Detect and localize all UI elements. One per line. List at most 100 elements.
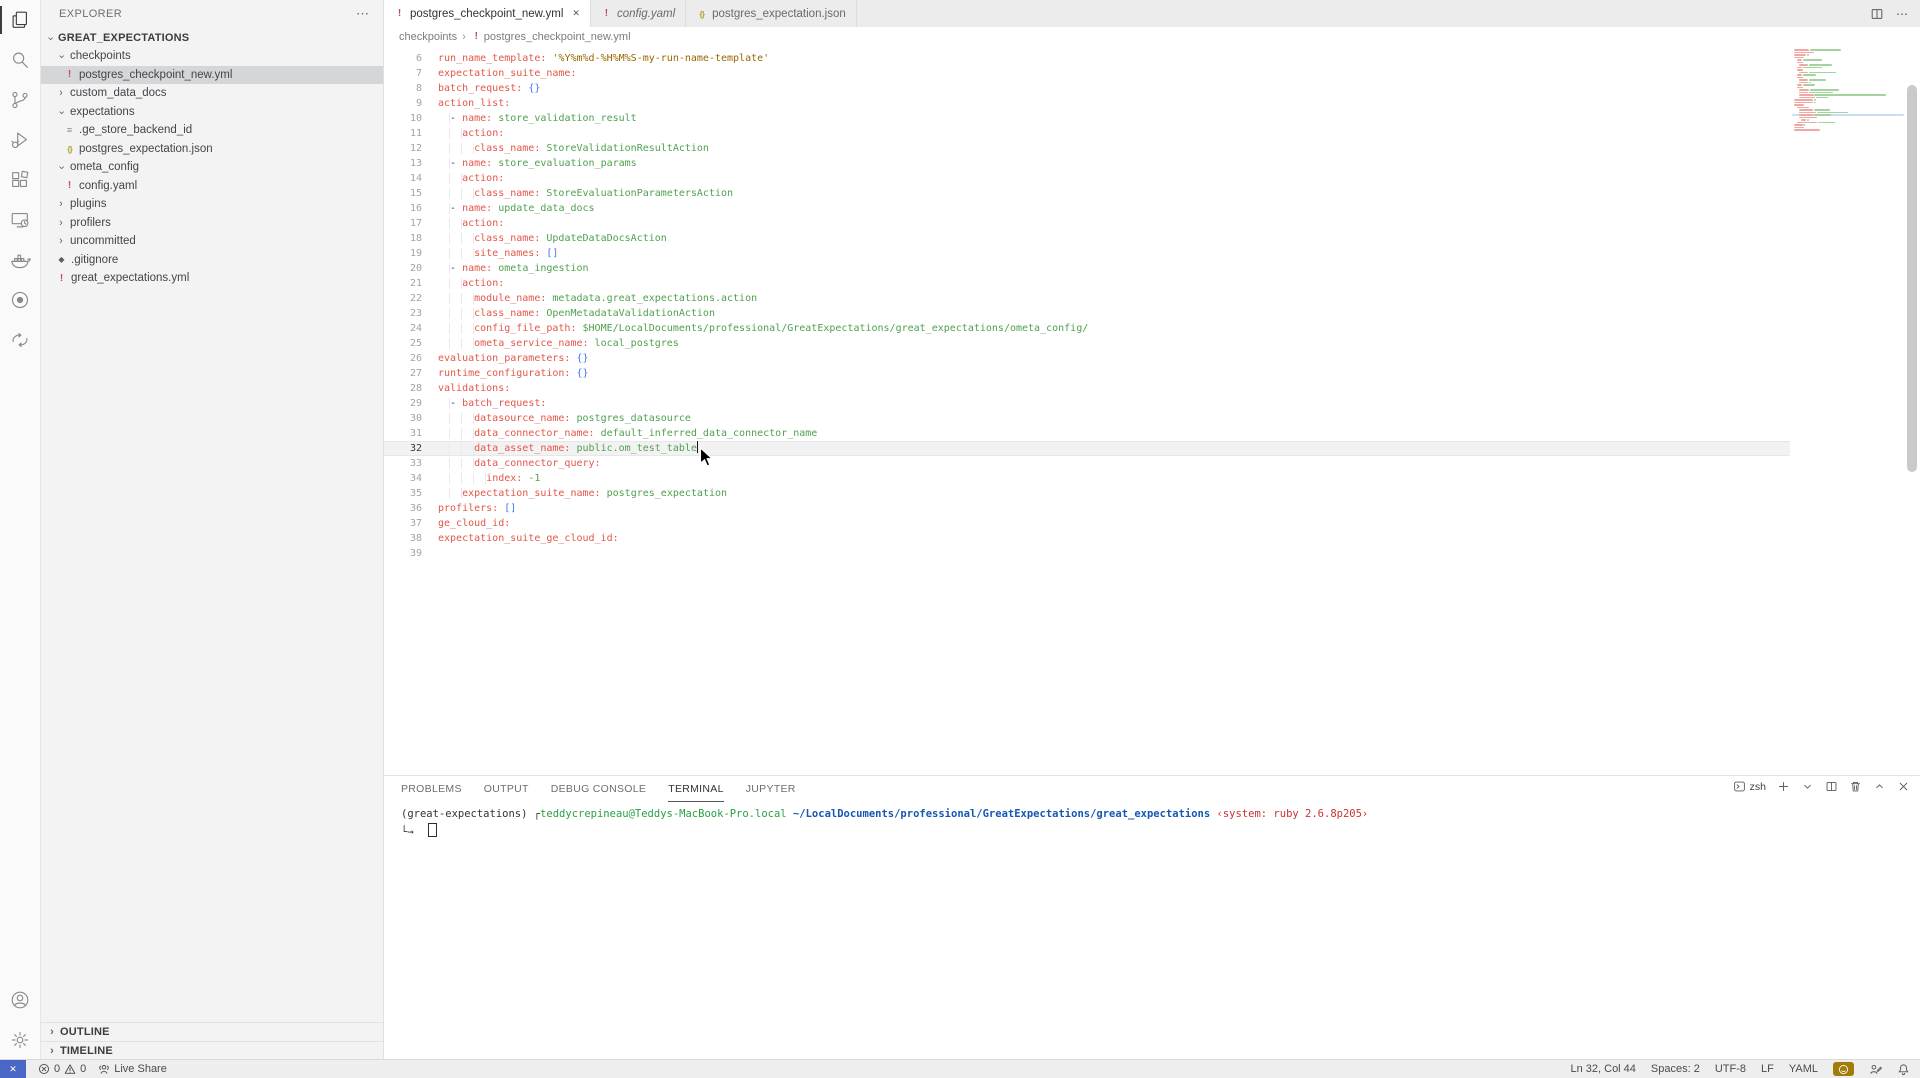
tree-root-folder[interactable]: › GREAT_EXPECTATIONS <box>41 28 383 47</box>
code-line-25[interactable]: 25 ometa_service_name: local_postgres <box>384 336 1790 351</box>
status-item-yaml[interactable]: YAML <box>1789 1063 1818 1075</box>
minimap[interactable] <box>1792 46 1904 346</box>
close-panel-icon[interactable] <box>1897 780 1910 793</box>
tab-postgres-expectation-json[interactable]: {}postgres_expectation.json <box>686 0 857 27</box>
tree-item-config-yaml[interactable]: !config.yaml <box>41 177 383 196</box>
code-line-36[interactable]: 36profilers: [] <box>384 501 1790 516</box>
more-actions-icon[interactable]: ⋯ <box>356 9 369 19</box>
code-line-20[interactable]: 20 - name: ometa_ingestion <box>384 261 1790 276</box>
code-line-6[interactable]: 6run_name_template: '%Y%m%d-%H%M%S-my-ru… <box>384 51 1790 66</box>
source-control-icon[interactable] <box>0 80 40 120</box>
breadcrumb-file[interactable]: postgres_checkpoint_new.yml <box>484 31 631 43</box>
jupyter-icon[interactable] <box>0 280 40 320</box>
code-line-37[interactable]: 37ge_cloud_id: <box>384 516 1790 531</box>
code-line-32[interactable]: 32 data_asset_name: public.om_test_table <box>384 441 1790 456</box>
code-editor[interactable]: 6run_name_template: '%Y%m%d-%H%M%S-my-ru… <box>384 46 1920 775</box>
terminal[interactable]: (great-expectations) ┌teddycrepineau@Ted… <box>401 807 1900 840</box>
tree-item-label: postgres_expectation.json <box>79 143 213 155</box>
chevron-down-icon[interactable] <box>1801 780 1814 793</box>
tree-item-plugins[interactable]: ›plugins <box>41 195 383 214</box>
code-line-18[interactable]: 18 class_name: UpdateDataDocsAction <box>384 231 1790 246</box>
tree-item-profilers[interactable]: ›profilers <box>41 214 383 233</box>
bell-icon[interactable] <box>1897 1063 1910 1076</box>
code-line-35[interactable]: 35 expectation_suite_name: postgres_expe… <box>384 486 1790 501</box>
code-line-38[interactable]: 38expectation_suite_ge_cloud_id: <box>384 531 1790 546</box>
trash-icon[interactable] <box>1849 780 1862 793</box>
panel-tab-output[interactable]: OUTPUT <box>484 776 529 802</box>
tree-item-ometa-config[interactable]: ›ometa_config <box>41 158 383 177</box>
remote-explorer-icon[interactable] <box>0 200 40 240</box>
panel-tab-debug-console[interactable]: DEBUG CONSOLE <box>551 776 647 802</box>
status-item-spaces-2[interactable]: Spaces: 2 <box>1651 1063 1700 1075</box>
feedback-smiley-badge[interactable] <box>1833 1062 1854 1076</box>
code-line-19[interactable]: 19 site_names: [] <box>384 246 1790 261</box>
breadcrumb-folder[interactable]: checkpoints <box>399 31 457 43</box>
code-line-12[interactable]: 12 class_name: StoreValidationResultActi… <box>384 141 1790 156</box>
new-terminal-icon[interactable] <box>1777 780 1790 793</box>
editor-scrollbar[interactable] <box>1907 85 1917 472</box>
code-line-10[interactable]: 10 - name: store_validation_result <box>384 111 1790 126</box>
maximize-panel-icon[interactable] <box>1873 780 1886 793</box>
live-share-icon[interactable] <box>0 320 40 360</box>
tree-item-uncommitted[interactable]: ›uncommitted <box>41 232 383 251</box>
remote-indicator[interactable]: ✕ <box>0 1060 26 1078</box>
code-line-16[interactable]: 16 - name: update_data_docs <box>384 201 1790 216</box>
terminal-shell-picker[interactable]: zsh <box>1733 780 1766 793</box>
tab-config-yaml[interactable]: !config.yaml <box>591 0 686 27</box>
code-line-23[interactable]: 23 class_name: OpenMetadataValidationAct… <box>384 306 1790 321</box>
code-line-39[interactable]: 39 <box>384 546 1790 561</box>
code-line-30[interactable]: 30 datasource_name: postgres_datasource <box>384 411 1790 426</box>
outline-section[interactable]: › OUTLINE <box>41 1022 383 1041</box>
tab-postgres-checkpoint-new-yml[interactable]: !postgres_checkpoint_new.yml✕ <box>384 0 591 28</box>
code-line-15[interactable]: 15 class_name: StoreEvaluationParameters… <box>384 186 1790 201</box>
editor-more-actions-icon[interactable]: ⋯ <box>1896 9 1908 19</box>
accounts-icon[interactable] <box>0 980 40 1020</box>
tree-item-expectations[interactable]: ›expectations <box>41 103 383 122</box>
code-line-24[interactable]: 24 config_file_path: $HOME/LocalDocument… <box>384 321 1790 336</box>
breadcrumb[interactable]: checkpoints › ! postgres_checkpoint_new.… <box>384 27 1920 46</box>
tree-item-postgres-expectation-json[interactable]: {}postgres_expectation.json <box>41 140 383 159</box>
docker-icon[interactable] <box>0 240 40 280</box>
code-line-8[interactable]: 8batch_request: {} <box>384 81 1790 96</box>
tree-item-custom-data-docs[interactable]: ›custom_data_docs <box>41 84 383 103</box>
code-line-17[interactable]: 17 action: <box>384 216 1790 231</box>
code-line-34[interactable]: 34 index: -1 <box>384 471 1790 486</box>
code-line-22[interactable]: 22 module_name: metadata.great_expectati… <box>384 291 1790 306</box>
code-line-33[interactable]: 33 data_connector_query: <box>384 456 1790 471</box>
search-icon[interactable] <box>0 40 40 80</box>
status-item-lf[interactable]: LF <box>1761 1063 1774 1075</box>
code-line-29[interactable]: 29 - batch_request: <box>384 396 1790 411</box>
tree-item--ge-store-backend-id[interactable]: ≡.ge_store_backend_id <box>41 121 383 140</box>
code-line-13[interactable]: 13 - name: store_evaluation_params <box>384 156 1790 171</box>
code-line-9[interactable]: 9action_list: <box>384 96 1790 111</box>
problems-status[interactable]: 0 0 <box>38 1063 86 1075</box>
panel-tab-jupyter[interactable]: JUPYTER <box>746 776 796 802</box>
run-debug-icon[interactable] <box>0 120 40 160</box>
status-item-utf-8[interactable]: UTF-8 <box>1715 1063 1746 1075</box>
code-line-28[interactable]: 28validations: <box>384 381 1790 396</box>
feedback-icon[interactable] <box>1869 1063 1882 1076</box>
panel-tab-problems[interactable]: PROBLEMS <box>401 776 462 802</box>
panel-tab-terminal[interactable]: TERMINAL <box>668 776 724 802</box>
code-line-31[interactable]: 31 data_connector_name: default_inferred… <box>384 426 1790 441</box>
code-line-11[interactable]: 11 action: <box>384 126 1790 141</box>
code-line-21[interactable]: 21 action: <box>384 276 1790 291</box>
extensions-icon[interactable] <box>0 160 40 200</box>
code-line-27[interactable]: 27runtime_configuration: {} <box>384 366 1790 381</box>
live-share-status[interactable]: Live Share <box>98 1063 167 1075</box>
tree-item--gitignore[interactable]: ◆.gitignore <box>41 251 383 270</box>
split-terminal-icon[interactable] <box>1825 780 1838 793</box>
code-line-7[interactable]: 7expectation_suite_name: <box>384 66 1790 81</box>
timeline-section[interactable]: › TIMELINE <box>41 1041 383 1060</box>
yaml-file-icon: ! <box>56 273 67 284</box>
split-editor-icon[interactable] <box>1870 7 1884 21</box>
status-item-ln-32-col-44[interactable]: Ln 32, Col 44 <box>1570 1063 1635 1075</box>
tree-item-postgres-checkpoint-new-yml[interactable]: !postgres_checkpoint_new.yml <box>41 66 383 85</box>
tree-item-checkpoints[interactable]: ›checkpoints <box>41 47 383 66</box>
explorer-icon[interactable] <box>0 0 40 40</box>
code-line-26[interactable]: 26evaluation_parameters: {} <box>384 351 1790 366</box>
close-icon[interactable]: ✕ <box>572 8 580 19</box>
code-line-14[interactable]: 14 action: <box>384 171 1790 186</box>
tree-item-great-expectations-yml[interactable]: !great_expectations.yml <box>41 269 383 288</box>
settings-icon[interactable] <box>0 1020 40 1060</box>
